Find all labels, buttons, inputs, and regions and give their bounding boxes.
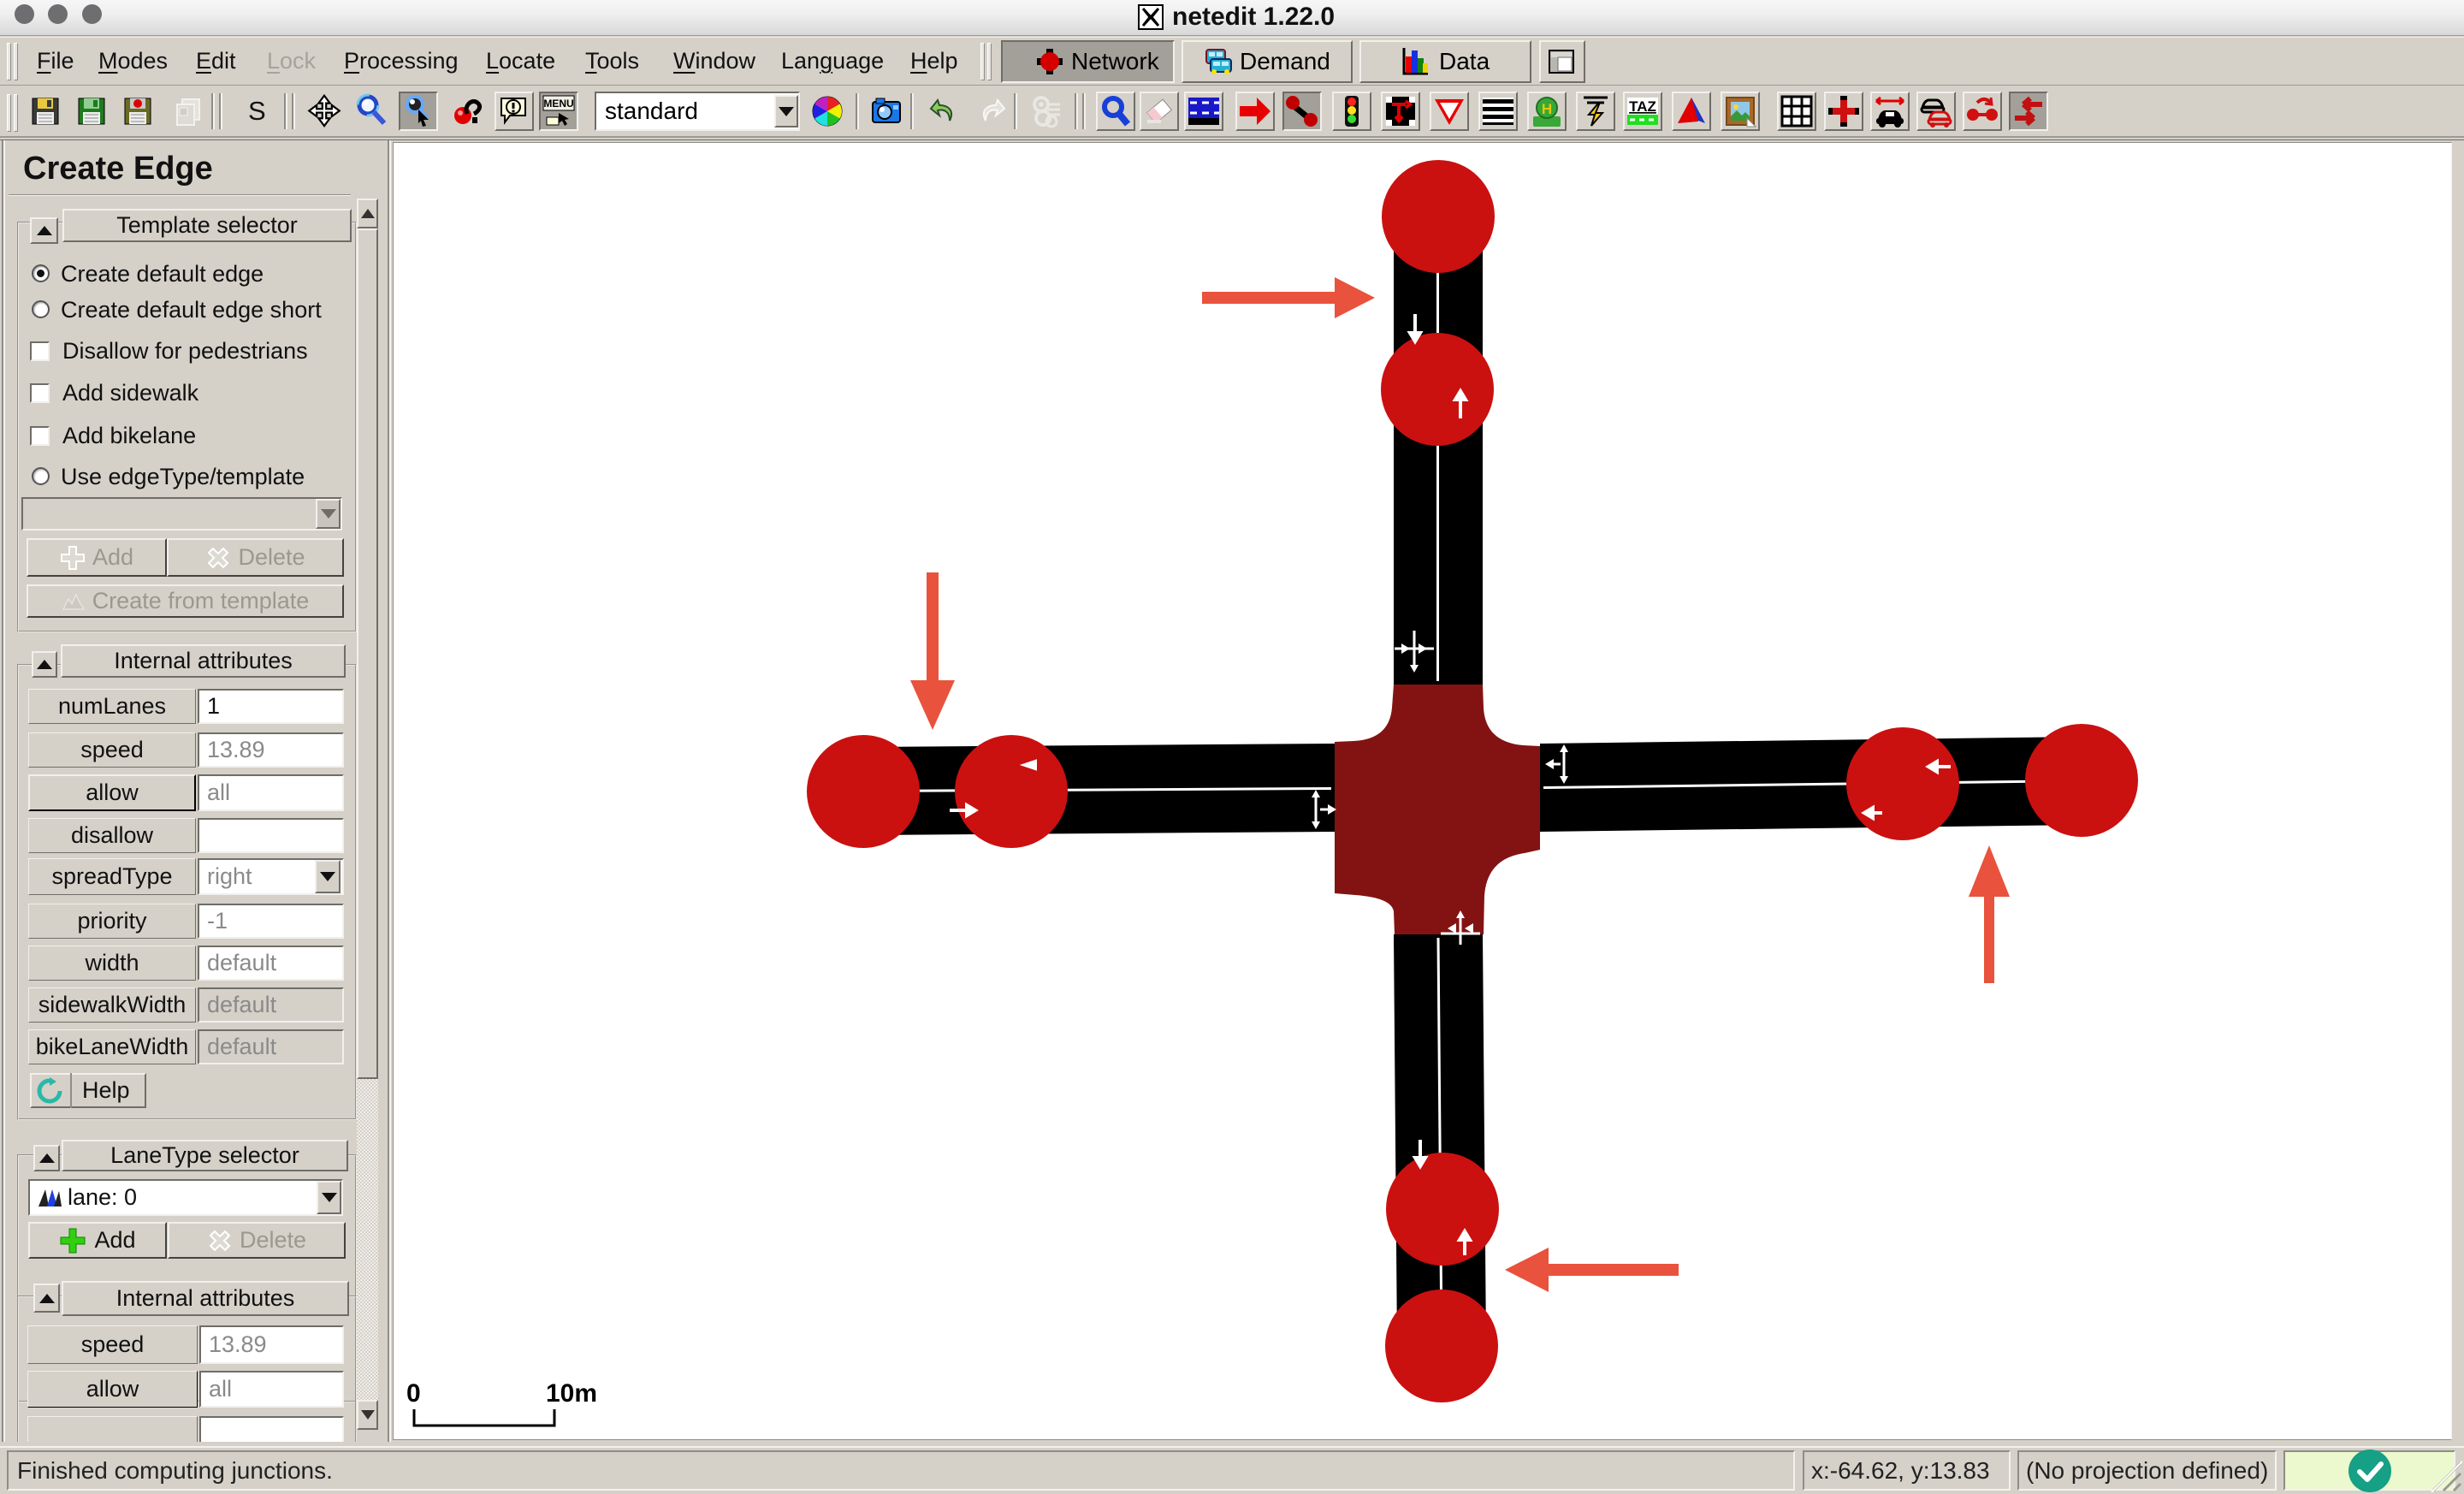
svg-text:0: 0 <box>406 1379 421 1408</box>
svg-text:MENU: MENU <box>543 98 573 110</box>
svg-text:10m: 10m <box>546 1379 597 1408</box>
svg-text:TAZ: TAZ <box>1629 98 1656 115</box>
svg-text:H: H <box>1542 101 1552 117</box>
